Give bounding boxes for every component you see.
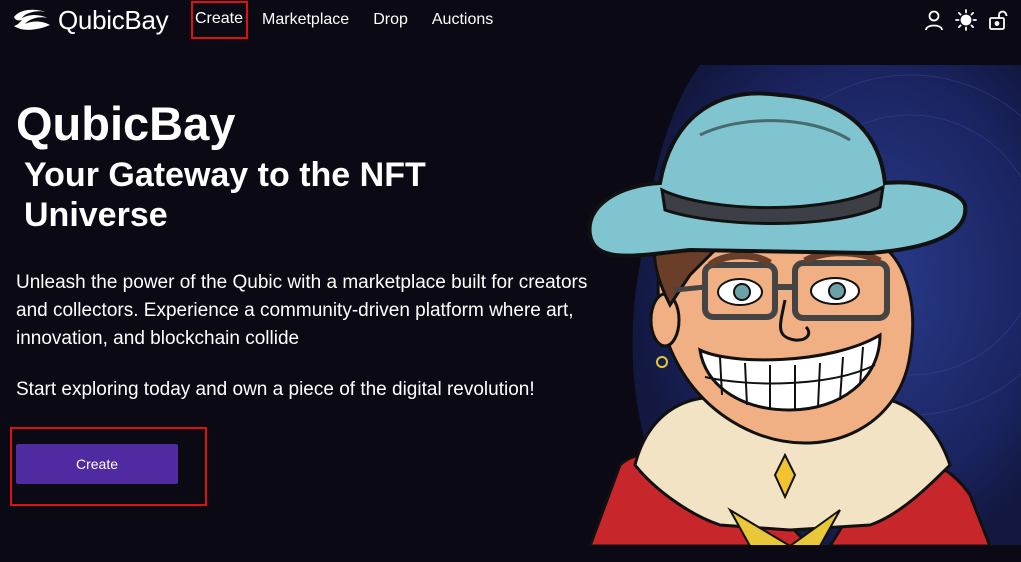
- nav-link-auctions[interactable]: Auctions: [432, 11, 493, 29]
- main-nav: Create Marketplace Drop Auctions: [190, 0, 517, 40]
- sun-icon[interactable]: [955, 9, 977, 31]
- hero-illustration: [580, 65, 1021, 548]
- unlock-icon[interactable]: [987, 9, 1009, 31]
- create-button[interactable]: Create: [16, 444, 178, 484]
- nav-link-marketplace[interactable]: Marketplace: [262, 11, 349, 29]
- qubicbay-logo-icon: [14, 9, 50, 30]
- brand-name: QubicBay: [58, 4, 169, 35]
- hero-title: QubicBay: [16, 97, 236, 150]
- brand-logo[interactable]: QubicBay: [12, 4, 169, 35]
- nav-link-drop[interactable]: Drop: [373, 11, 408, 29]
- hero-subtitle: Your Gateway to the NFT Universe: [24, 156, 426, 234]
- nav-link-create[interactable]: Create: [190, 1, 249, 39]
- cowboy-character-image: [587, 65, 1021, 548]
- hero-description: Unleash the power of the Qubic with a ma…: [16, 272, 588, 349]
- user-icon[interactable]: [923, 9, 945, 31]
- top-navbar: QubicBay Create Marketplace Drop Auction…: [0, 0, 1021, 40]
- nav-actions: [923, 8, 1009, 32]
- hero-cta-text: Start exploring today and own a piece of…: [16, 379, 535, 400]
